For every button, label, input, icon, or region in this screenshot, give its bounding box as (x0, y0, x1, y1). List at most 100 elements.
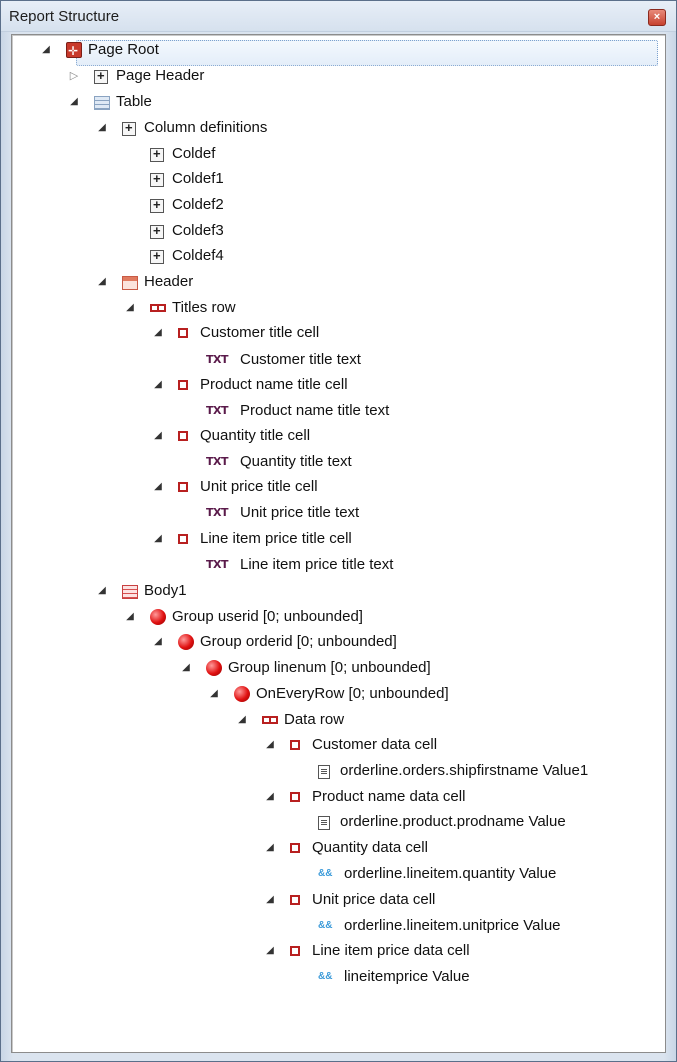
row-icon (262, 716, 278, 724)
tree-item-label: Product name title cell (200, 376, 348, 393)
tree-item[interactable]: ◢ Table (12, 89, 665, 115)
group-ball-icon (234, 686, 250, 702)
tree-item[interactable]: ◢ Product name data cell (12, 784, 665, 810)
tree-item-label: Column definitions (144, 119, 268, 136)
tree-item-label: Group orderid [0; unbounded] (200, 633, 397, 650)
tree-item[interactable]: ◢ Customer data cell (12, 732, 665, 758)
tree-item[interactable]: Coldef4 (12, 243, 665, 269)
tree-item-label: Header (144, 273, 194, 290)
tree-item-label: orderline.product.prodname Value (340, 813, 566, 830)
tree-item[interactable]: ◢ Product name title cell (12, 372, 665, 398)
cell-icon (290, 843, 300, 853)
tree-item[interactable]: && lineitemprice Value (12, 964, 665, 990)
collapse-arrow-icon[interactable]: ◢ (152, 526, 164, 552)
expand-box-icon (150, 243, 164, 269)
tree-item[interactable]: ◢ Customer title cell (12, 320, 665, 346)
close-button[interactable]: × (648, 9, 666, 26)
tree-item-label: orderline.lineitem.unitprice Value (344, 917, 561, 934)
tree-item[interactable]: && orderline.lineitem.quantity Value (12, 861, 665, 887)
expand-arrow-icon[interactable]: ▷ (68, 63, 80, 89)
tree-item[interactable]: ◢ Quantity title cell (12, 423, 665, 449)
tree-item[interactable]: ◢ Body1 (12, 578, 665, 604)
tree-item[interactable]: ▷ Page Header (12, 63, 665, 89)
tree-item[interactable]: ◢ Header (12, 269, 665, 295)
collapse-arrow-icon[interactable]: ◢ (152, 474, 164, 500)
tree-item-label: Quantity data cell (312, 839, 428, 856)
collapse-arrow-icon[interactable]: ◢ (264, 784, 276, 810)
tree-item-label: orderline.orders.shipfirstname Value1 (340, 762, 589, 779)
collapse-arrow-icon[interactable]: ◢ (264, 887, 276, 913)
cell-icon (178, 328, 188, 338)
cell-icon (290, 946, 300, 956)
tree-item[interactable]: TXT Quantity title text (12, 449, 665, 475)
cell-icon (178, 482, 188, 492)
document-icon (318, 765, 330, 779)
collapse-arrow-icon[interactable]: ◢ (180, 655, 192, 681)
tree-item[interactable]: TXT Line item price title text (12, 552, 665, 578)
collapse-arrow-icon[interactable]: ◢ (152, 320, 164, 346)
text-icon: TXT (206, 455, 229, 468)
tree-item[interactable]: ◢ Line item price title cell (12, 526, 665, 552)
tree-item[interactable]: orderline.orders.shipfirstname Value1 (12, 758, 665, 784)
expand-box-icon (150, 141, 164, 167)
tree-item-label: Page Root (88, 41, 159, 58)
tree-item-label: Coldef3 (172, 222, 224, 239)
tree-item-label: Unit price title cell (200, 478, 318, 495)
tree-item[interactable]: ◢ Data row (12, 707, 665, 733)
cell-icon (178, 380, 188, 390)
row-icon (150, 304, 166, 312)
collapse-arrow-icon[interactable]: ◢ (40, 37, 52, 63)
collapse-arrow-icon[interactable]: ◢ (68, 89, 80, 115)
collapse-arrow-icon[interactable]: ◢ (208, 681, 220, 707)
collapse-arrow-icon[interactable]: ◢ (96, 269, 108, 295)
tree-item[interactable]: TXT Unit price title text (12, 500, 665, 526)
tree-item[interactable]: ◢ Group userid [0; unbounded] (12, 604, 665, 630)
tree-item[interactable]: TXT Product name title text (12, 398, 665, 424)
tree-item-label: Coldef2 (172, 196, 224, 213)
tree-item[interactable]: ◢ Group linenum [0; unbounded] (12, 655, 665, 681)
collapse-arrow-icon[interactable]: ◢ (264, 732, 276, 758)
tree-item[interactable]: ◢ OnEveryRow [0; unbounded] (12, 681, 665, 707)
collapse-arrow-icon[interactable]: ◢ (152, 629, 164, 655)
tree-item-label: Data row (284, 711, 345, 728)
table-icon (94, 96, 110, 110)
tree-item[interactable]: Coldef2 (12, 192, 665, 218)
tree-item-label: Coldef1 (172, 170, 224, 187)
tree-item-label: orderline.lineitem.quantity Value (344, 865, 557, 882)
tree-item[interactable]: ◢ Titles row (12, 295, 665, 321)
tree-item-label: Product name title text (240, 402, 390, 419)
tree-item[interactable]: Coldef3 (12, 218, 665, 244)
tree-item[interactable]: ◢ Unit price title cell (12, 474, 665, 500)
collapse-arrow-icon[interactable]: ◢ (96, 578, 108, 604)
cell-icon (290, 740, 300, 750)
tree-item[interactable]: Coldef (12, 141, 665, 167)
collapse-arrow-icon[interactable]: ◢ (264, 938, 276, 964)
tree-item[interactable]: ◢ Column definitions (12, 115, 665, 141)
collapse-arrow-icon[interactable]: ◢ (152, 372, 164, 398)
collapse-arrow-icon[interactable]: ◢ (124, 295, 136, 321)
tree-item[interactable]: ◢ Group orderid [0; unbounded] (12, 629, 665, 655)
tree-item[interactable]: ◢ Page Root (12, 37, 665, 64)
tree-item[interactable]: ◢ Line item price data cell (12, 938, 665, 964)
collapse-arrow-icon[interactable]: ◢ (264, 835, 276, 861)
structure-tree[interactable]: ◢TableDemo.4rp◢Page Root▷Page Header◢Tab… (11, 34, 666, 1053)
tree-item[interactable]: Coldef1 (12, 166, 665, 192)
tree-item[interactable]: ◢ Quantity data cell (12, 835, 665, 861)
collapse-arrow-icon[interactable]: ◢ (124, 604, 136, 630)
numeric-value-icon: && (318, 971, 333, 982)
tree-item[interactable]: && orderline.lineitem.unitprice Value (12, 913, 665, 939)
tree-item[interactable]: orderline.product.prodname Value (12, 809, 665, 835)
close-icon: × (653, 11, 661, 23)
tree-item[interactable]: ◢ Unit price data cell (12, 887, 665, 913)
text-icon: TXT (206, 558, 229, 571)
collapse-arrow-icon[interactable]: ◢ (236, 707, 248, 733)
tree-item-label: Titles row (172, 299, 236, 316)
tree-item-label: Line item price data cell (312, 942, 470, 959)
collapse-arrow-icon[interactable]: ◢ (96, 115, 108, 141)
text-icon: TXT (206, 506, 229, 519)
numeric-value-icon: && (318, 868, 333, 879)
expand-box-icon (122, 115, 136, 141)
tree-item[interactable]: TXT Customer title text (12, 347, 665, 373)
tree-item-label: lineitemprice Value (344, 968, 470, 985)
collapse-arrow-icon[interactable]: ◢ (152, 423, 164, 449)
